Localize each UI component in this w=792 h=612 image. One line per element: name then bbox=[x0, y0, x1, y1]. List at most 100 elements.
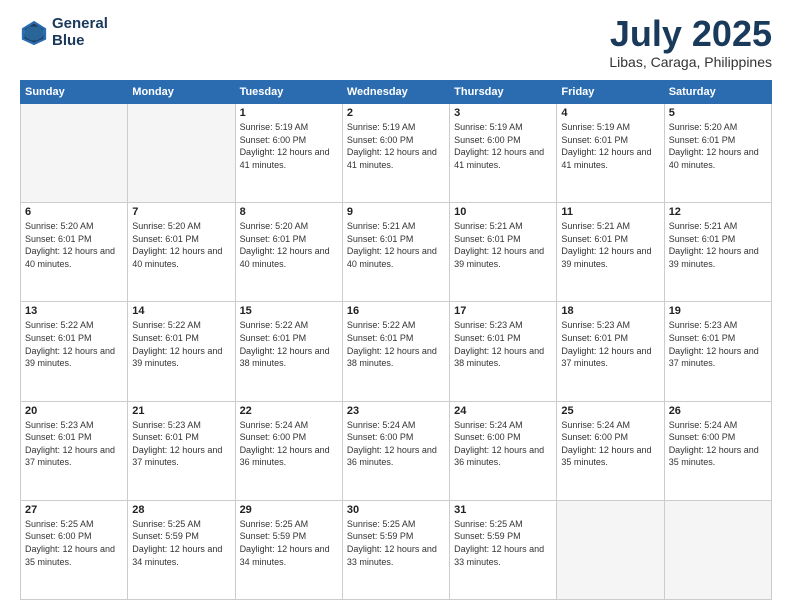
day-number: 17 bbox=[454, 305, 552, 317]
calendar-cell: 6 Sunrise: 5:20 AM Sunset: 6:01 PM Daylig… bbox=[21, 203, 128, 302]
day-number: 10 bbox=[454, 206, 552, 218]
calendar-cell: 13Sunrise: 5:22 AM Sunset: 6:01 PM Dayli… bbox=[21, 302, 128, 401]
day-number: 21 bbox=[132, 405, 230, 417]
day-header-thursday: Thursday bbox=[450, 81, 557, 104]
day-info: Sunrise: 5:24 AM Sunset: 6:00 PM Dayligh… bbox=[454, 419, 552, 469]
logo-text: General Blue bbox=[52, 16, 108, 49]
day-number: 19 bbox=[669, 305, 767, 317]
calendar-cell: 24Sunrise: 5:24 AM Sunset: 6:00 PM Dayli… bbox=[450, 401, 557, 500]
calendar-cell: 23 Sunrise: 5:24 AM Sunset: 6:00 PM Dayli… bbox=[342, 401, 449, 500]
day-info: Sunrise: 5:20 AM Sunset: 6:01 PM Dayligh… bbox=[132, 220, 230, 270]
calendar-cell: 1 Sunrise: 5:19 AM Sunset: 6:00 PM Daylig… bbox=[235, 104, 342, 203]
calendar-cell: 30 Sunrise: 5:25 AM Sunset: 5:59 PM Dayli… bbox=[342, 500, 449, 599]
day-number: 2 bbox=[347, 107, 445, 119]
calendar-cell: 18Sunrise: 5:23 AM Sunset: 6:01 PM Dayli… bbox=[557, 302, 664, 401]
day-info: Sunrise: 5:19 AM Sunset: 6:00 PM Dayligh… bbox=[240, 121, 338, 171]
day-info: Sunrise: 5:25 AM Sunset: 6:00 PM Dayligh… bbox=[25, 518, 123, 568]
day-info: Sunrise: 5:25 AM Sunset: 5:59 PM Dayligh… bbox=[240, 518, 338, 568]
day-info: Sunrise: 5:20 AM Sunset: 6:01 PM Dayligh… bbox=[25, 220, 123, 270]
day-number: 4 bbox=[561, 107, 659, 119]
calendar-week-1: 1 Sunrise: 5:19 AM Sunset: 6:00 PM Daylig… bbox=[21, 104, 772, 203]
day-info: Sunrise: 5:21 AM Sunset: 6:01 PM Dayligh… bbox=[669, 220, 767, 270]
calendar-body: 1 Sunrise: 5:19 AM Sunset: 6:00 PM Daylig… bbox=[21, 104, 772, 600]
day-number: 11 bbox=[561, 206, 659, 218]
day-info: Sunrise: 5:23 AM Sunset: 6:01 PM Dayligh… bbox=[25, 419, 123, 469]
day-header-sunday: Sunday bbox=[21, 81, 128, 104]
day-number: 8 bbox=[240, 206, 338, 218]
calendar-week-3: 13Sunrise: 5:22 AM Sunset: 6:01 PM Dayli… bbox=[21, 302, 772, 401]
day-number: 31 bbox=[454, 504, 552, 516]
day-info: Sunrise: 5:23 AM Sunset: 6:01 PM Dayligh… bbox=[669, 319, 767, 369]
day-info: Sunrise: 5:24 AM Sunset: 6:00 PM Dayligh… bbox=[240, 419, 338, 469]
calendar-cell: 4 Sunrise: 5:19 AM Sunset: 6:01 PM Daylig… bbox=[557, 104, 664, 203]
calendar-week-2: 6 Sunrise: 5:20 AM Sunset: 6:01 PM Daylig… bbox=[21, 203, 772, 302]
header: General Blue July 2025 Libas, Caraga, Ph… bbox=[20, 16, 772, 70]
calendar-cell: 28 Sunrise: 5:25 AM Sunset: 5:59 PM Dayli… bbox=[128, 500, 235, 599]
calendar-cell bbox=[557, 500, 664, 599]
calendar-cell: 11 Sunrise: 5:21 AM Sunset: 6:01 PM Dayli… bbox=[557, 203, 664, 302]
month-title: July 2025 bbox=[609, 16, 772, 52]
calendar-cell bbox=[128, 104, 235, 203]
day-header-saturday: Saturday bbox=[664, 81, 771, 104]
title-block: July 2025 Libas, Caraga, Philippines bbox=[609, 16, 772, 70]
day-number: 28 bbox=[132, 504, 230, 516]
day-info: Sunrise: 5:24 AM Sunset: 6:00 PM Dayligh… bbox=[669, 419, 767, 469]
page: General Blue July 2025 Libas, Caraga, Ph… bbox=[0, 0, 792, 612]
calendar-cell: 31Sunrise: 5:25 AM Sunset: 5:59 PM Dayli… bbox=[450, 500, 557, 599]
calendar-cell: 2 Sunrise: 5:19 AM Sunset: 6:00 PM Daylig… bbox=[342, 104, 449, 203]
calendar-cell: 5 Sunrise: 5:20 AM Sunset: 6:01 PM Daylig… bbox=[664, 104, 771, 203]
day-number: 23 bbox=[347, 405, 445, 417]
calendar-cell: 29 Sunrise: 5:25 AM Sunset: 5:59 PM Dayli… bbox=[235, 500, 342, 599]
day-info: Sunrise: 5:21 AM Sunset: 6:01 PM Dayligh… bbox=[454, 220, 552, 270]
day-number: 12 bbox=[669, 206, 767, 218]
day-info: Sunrise: 5:20 AM Sunset: 6:01 PM Dayligh… bbox=[240, 220, 338, 270]
calendar-cell bbox=[664, 500, 771, 599]
calendar-week-4: 20Sunrise: 5:23 AM Sunset: 6:01 PM Dayli… bbox=[21, 401, 772, 500]
day-info: Sunrise: 5:25 AM Sunset: 5:59 PM Dayligh… bbox=[347, 518, 445, 568]
day-info: Sunrise: 5:21 AM Sunset: 6:01 PM Dayligh… bbox=[347, 220, 445, 270]
calendar-cell: 21 Sunrise: 5:23 AM Sunset: 6:01 PM Dayli… bbox=[128, 401, 235, 500]
day-header-monday: Monday bbox=[128, 81, 235, 104]
day-number: 25 bbox=[561, 405, 659, 417]
day-info: Sunrise: 5:25 AM Sunset: 5:59 PM Dayligh… bbox=[132, 518, 230, 568]
day-number: 22 bbox=[240, 405, 338, 417]
day-number: 3 bbox=[454, 107, 552, 119]
location-subtitle: Libas, Caraga, Philippines bbox=[609, 54, 772, 70]
logo: General Blue bbox=[20, 16, 108, 49]
day-info: Sunrise: 5:23 AM Sunset: 6:01 PM Dayligh… bbox=[132, 419, 230, 469]
calendar-cell: 10 Sunrise: 5:21 AM Sunset: 6:01 PM Dayli… bbox=[450, 203, 557, 302]
day-number: 30 bbox=[347, 504, 445, 516]
calendar-cell: 12 Sunrise: 5:21 AM Sunset: 6:01 PM Dayli… bbox=[664, 203, 771, 302]
day-header-tuesday: Tuesday bbox=[235, 81, 342, 104]
calendar-cell: 16Sunrise: 5:22 AM Sunset: 6:01 PM Dayli… bbox=[342, 302, 449, 401]
calendar-week-5: 27 Sunrise: 5:25 AM Sunset: 6:00 PM Dayli… bbox=[21, 500, 772, 599]
day-header-wednesday: Wednesday bbox=[342, 81, 449, 104]
calendar-cell: 9 Sunrise: 5:21 AM Sunset: 6:01 PM Daylig… bbox=[342, 203, 449, 302]
day-number: 7 bbox=[132, 206, 230, 218]
day-number: 9 bbox=[347, 206, 445, 218]
day-header-friday: Friday bbox=[557, 81, 664, 104]
day-info: Sunrise: 5:22 AM Sunset: 6:01 PM Dayligh… bbox=[132, 319, 230, 369]
day-number: 5 bbox=[669, 107, 767, 119]
day-info: Sunrise: 5:21 AM Sunset: 6:01 PM Dayligh… bbox=[561, 220, 659, 270]
day-number: 6 bbox=[25, 206, 123, 218]
day-info: Sunrise: 5:24 AM Sunset: 6:00 PM Dayligh… bbox=[347, 419, 445, 469]
calendar-cell: 25Sunrise: 5:24 AM Sunset: 6:00 PM Dayli… bbox=[557, 401, 664, 500]
day-headers-row: SundayMondayTuesdayWednesdayThursdayFrid… bbox=[21, 81, 772, 104]
day-info: Sunrise: 5:20 AM Sunset: 6:01 PM Dayligh… bbox=[669, 121, 767, 171]
day-info: Sunrise: 5:19 AM Sunset: 6:00 PM Dayligh… bbox=[454, 121, 552, 171]
day-number: 27 bbox=[25, 504, 123, 516]
day-number: 29 bbox=[240, 504, 338, 516]
day-info: Sunrise: 5:22 AM Sunset: 6:01 PM Dayligh… bbox=[25, 319, 123, 369]
day-info: Sunrise: 5:19 AM Sunset: 6:01 PM Dayligh… bbox=[561, 121, 659, 171]
day-number: 15 bbox=[240, 305, 338, 317]
calendar-cell bbox=[21, 104, 128, 203]
day-info: Sunrise: 5:19 AM Sunset: 6:00 PM Dayligh… bbox=[347, 121, 445, 171]
calendar-cell: 26Sunrise: 5:24 AM Sunset: 6:00 PM Dayli… bbox=[664, 401, 771, 500]
day-number: 1 bbox=[240, 107, 338, 119]
calendar-cell: 19 Sunrise: 5:23 AM Sunset: 6:01 PM Dayli… bbox=[664, 302, 771, 401]
day-info: Sunrise: 5:22 AM Sunset: 6:01 PM Dayligh… bbox=[240, 319, 338, 369]
calendar-cell: 7 Sunrise: 5:20 AM Sunset: 6:01 PM Daylig… bbox=[128, 203, 235, 302]
calendar-cell: 15 Sunrise: 5:22 AM Sunset: 6:01 PM Dayli… bbox=[235, 302, 342, 401]
calendar-table: SundayMondayTuesdayWednesdayThursdayFrid… bbox=[20, 80, 772, 600]
